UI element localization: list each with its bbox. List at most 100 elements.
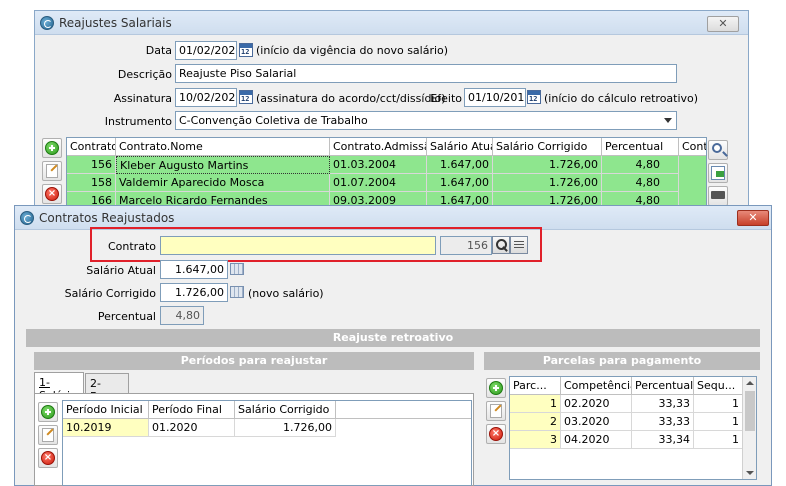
cell-competencia: 02.2020 — [561, 395, 632, 413]
assinatura-calendar-icon[interactable]: 12 — [239, 90, 253, 104]
cell-admissao: 01.03.2004 — [330, 156, 427, 174]
col-periodo-final[interactable]: Período Final — [149, 401, 235, 419]
parcelas-scrollbar[interactable] — [742, 377, 756, 479]
cell-percentual: 4,80 — [602, 156, 679, 174]
edit-parcela-button[interactable] — [486, 401, 506, 421]
cell-contrato: 156 — [67, 156, 116, 174]
edit-icon — [42, 428, 54, 442]
cell-parcela: 3 — [510, 431, 561, 449]
table-row[interactable]: 10.2019 01.2020 1.726,00 — [63, 419, 471, 437]
col-contrato[interactable]: Contrato — [67, 138, 116, 156]
search-icon — [712, 143, 722, 153]
cell-percentual: 33,33 — [632, 413, 694, 431]
col-contrato-admissao[interactable]: Contrato.Admissão — [330, 138, 427, 156]
col-sequencia[interactable]: Sequ... — [694, 377, 743, 395]
cell-salario-corrigido: 1.726,00 — [235, 419, 336, 437]
col-parcela[interactable]: Parc... — [510, 377, 561, 395]
window-title: Reajustes Salariais — [59, 16, 172, 30]
salario-atual-label: Salário Atual — [86, 264, 156, 277]
export-icon — [711, 166, 725, 180]
table-row[interactable]: 156 Kleber Augusto Martins 01.03.2004 1.… — [67, 156, 706, 174]
data-label: Data — [145, 44, 172, 57]
percentual-field: 4,80 — [160, 306, 204, 325]
parcelas-grid[interactable]: Parc... Competência Percentual Sequ... 1… — [509, 376, 757, 480]
tab-bases[interactable]: 2-Bases — [85, 373, 129, 403]
cell-periodo-inicial: 10.2019 — [63, 419, 149, 437]
scroll-down-icon[interactable] — [746, 471, 754, 475]
efeito-field[interactable]: 01/10/2019 — [464, 88, 526, 107]
add-parcela-button[interactable] — [486, 378, 506, 398]
periodos-grid-header: Período Inicial Período Final Salário Co… — [63, 401, 471, 419]
parcelas-grid-header: Parc... Competência Percentual Sequ... — [510, 377, 743, 395]
col-percentual[interactable]: Percentual — [632, 377, 694, 395]
edit-icon — [490, 404, 502, 418]
col-percentual[interactable]: Percentual — [602, 138, 679, 156]
col-salario-corrigido[interactable]: Salário Corrigido — [493, 138, 602, 156]
data-field[interactable]: 01/02/2020 — [175, 41, 237, 60]
efeito-hint: (início do cálculo retroativo) — [544, 92, 699, 105]
col-competencia[interactable]: Competência — [561, 377, 632, 395]
print-icon — [711, 191, 725, 199]
cell-sequencia: 1 — [694, 413, 743, 431]
delete-contract-button[interactable]: × — [42, 184, 62, 204]
plus-icon — [45, 141, 59, 155]
dialog-close-button[interactable]: ✕ — [737, 210, 769, 226]
cell-nome: Kleber Augusto Martins — [116, 156, 330, 174]
data-calendar-icon[interactable]: 12 — [239, 43, 253, 57]
cell-competencia: 03.2020 — [561, 413, 632, 431]
cell-salario-corrigido: 1.726,00 — [493, 156, 602, 174]
salario-corrigido-calc-icon[interactable] — [230, 286, 244, 298]
tab-salario[interactable]: 1-Salário — [34, 372, 84, 402]
cell-contrato: 158 — [67, 174, 116, 192]
edit-periodo-button[interactable] — [38, 425, 58, 445]
salario-atual-field[interactable]: 1.647,00 — [160, 260, 228, 279]
add-contract-button[interactable] — [42, 138, 62, 158]
cell-salario-atual: 1.647,00 — [427, 174, 493, 192]
annotation-highlight-box — [90, 227, 542, 262]
search-button[interactable] — [708, 140, 728, 160]
cell-salario-corrigido: 1.726,00 — [493, 174, 602, 192]
col-contrato-nome[interactable]: Contrato.Nome — [116, 138, 330, 156]
scroll-thumb[interactable] — [745, 391, 755, 431]
chevron-down-icon — [664, 118, 672, 123]
col-salario-corrigido[interactable]: Salário Corrigido — [235, 401, 336, 419]
table-row[interactable]: 3 04.2020 33,34 1 — [510, 431, 743, 449]
reajuste-retroativo-header: Reajuste retroativo — [26, 329, 760, 347]
close-button[interactable]: ✕ — [707, 16, 739, 32]
assinatura-field[interactable]: 10/02/2020 — [175, 88, 237, 107]
col-salario-atual[interactable]: Salário Atual — [427, 138, 493, 156]
table-row[interactable]: 158 Valdemir Aparecido Mosca 01.07.2004 … — [67, 174, 706, 192]
salario-corrigido-field[interactable]: 1.726,00 — [160, 283, 228, 302]
edit-icon — [46, 164, 58, 178]
table-row[interactable]: 1 02.2020 33,33 1 — [510, 395, 743, 413]
descricao-field[interactable]: Reajuste Piso Salarial — [175, 64, 677, 83]
efeito-calendar-icon[interactable]: 12 — [527, 90, 541, 104]
delete-periodo-button[interactable]: × — [38, 448, 58, 468]
cell-sequencia: 1 — [694, 395, 743, 413]
assinatura-hint: (assinatura do acordo/cct/dissídio) — [256, 92, 446, 105]
cell-percentual: 33,34 — [632, 431, 694, 449]
data-hint: (início da vigência do novo salário) — [256, 44, 449, 57]
periodos-grid[interactable]: Período Inicial Período Final Salário Co… — [62, 400, 472, 486]
cell-nome: Valdemir Aparecido Mosca — [116, 174, 330, 192]
salario-atual-calc-icon[interactable] — [230, 263, 244, 275]
contracts-grid[interactable]: Contrato Contrato.Nome Contrato.Admissão… — [66, 137, 707, 207]
efeito-label: Efeito — [430, 92, 462, 105]
table-row[interactable]: 2 03.2020 33,33 1 — [510, 413, 743, 431]
scroll-up-icon[interactable] — [746, 381, 754, 385]
dialog-title: Contratos Reajustados — [39, 211, 175, 225]
cell-admissao: 01.07.2004 — [330, 174, 427, 192]
export-button[interactable] — [708, 163, 728, 183]
delete-parcela-button[interactable]: × — [486, 424, 506, 444]
print-button[interactable] — [708, 186, 728, 206]
edit-contract-button[interactable] — [42, 161, 62, 181]
plus-icon — [489, 381, 503, 395]
col-contrato-de[interactable]: Contrato.De — [679, 138, 706, 156]
delete-icon: × — [489, 427, 503, 441]
col-periodo-inicial[interactable]: Período Inicial — [63, 401, 149, 419]
instrumento-select[interactable]: C-Convenção Coletiva de Trabalho — [175, 111, 677, 130]
parcelas-header: Parcelas para pagamento — [484, 352, 760, 370]
cell-parcela: 2 — [510, 413, 561, 431]
add-periodo-button[interactable] — [38, 402, 58, 422]
cell-percentual: 4,80 — [602, 174, 679, 192]
